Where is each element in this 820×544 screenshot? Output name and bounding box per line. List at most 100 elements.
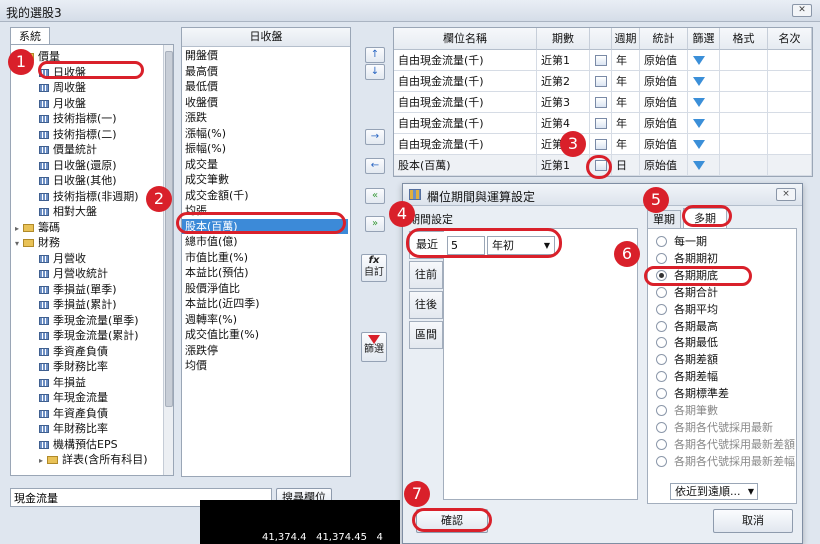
calc-option-radio[interactable]: 各期最高 <box>656 319 718 335</box>
grid-cell-filter[interactable] <box>688 92 720 113</box>
radio-circle-icon[interactable] <box>656 405 667 416</box>
filter-funnel-icon[interactable] <box>693 140 705 149</box>
calc-option-radio[interactable]: 每一期 <box>656 234 707 250</box>
calc-option-radio[interactable]: 各期各代號採用最新 <box>656 420 773 436</box>
grid-cell-name[interactable]: 自由現金流量(千) <box>394 92 537 113</box>
tree-item[interactable]: 季現金流量(單季) <box>39 313 139 328</box>
radio-circle-icon[interactable] <box>656 252 667 264</box>
radio-circle-icon[interactable] <box>656 236 667 247</box>
edit-icon[interactable] <box>595 139 607 150</box>
radio-circle-icon[interactable] <box>656 320 667 332</box>
field-list-item[interactable]: 收盤價 <box>185 95 218 110</box>
field-list-item[interactable]: 最低價 <box>185 79 218 94</box>
edit-icon[interactable] <box>595 97 607 108</box>
field-list-item[interactable]: 成交值比重(%) <box>185 327 259 342</box>
field-list-item[interactable]: 市值比重(%) <box>185 250 248 265</box>
dialog-close-button[interactable]: × <box>776 188 796 201</box>
field-list-item[interactable]: 股價淨值比 <box>185 281 240 296</box>
calc-option-radio[interactable]: 各期平均 <box>656 302 718 318</box>
add-all-button[interactable]: » <box>365 216 385 232</box>
field-list[interactable]: 日收盤 開盤價 最高價 最低價 收盤價 漲跌 漲幅(%) 振幅(%) 成交量 成交筆數 成交金額(… <box>181 27 351 477</box>
grid-cell-rank[interactable] <box>768 50 812 71</box>
filter-button[interactable]: 篩選 <box>361 332 387 362</box>
field-list-item[interactable]: 漲跌停 <box>185 343 218 358</box>
tree-item[interactable]: 周收盤 <box>39 80 86 95</box>
filter-funnel-icon[interactable] <box>693 56 705 65</box>
field-list-item[interactable]: 振幅(%) <box>185 141 226 156</box>
grid-cell-filter[interactable] <box>688 134 720 155</box>
radio-circle-icon[interactable] <box>656 303 667 315</box>
tree-item[interactable]: 技術指標(非週期) <box>39 189 139 204</box>
field-list-item[interactable]: 均價 <box>185 358 207 373</box>
tree-item[interactable]: 技術指標(二) <box>39 127 117 142</box>
calc-option-radio[interactable]: 各期期初 <box>656 251 718 267</box>
calc-option-radio[interactable]: 各期最低 <box>656 335 718 351</box>
period-vtab[interactable]: 區間 <box>409 321 443 349</box>
grid-cell-period[interactable]: 近第4 <box>537 113 590 134</box>
tree-item[interactable]: 季財務比率 <box>39 359 108 374</box>
tree-item[interactable]: 季損益(累計) <box>39 297 117 312</box>
field-list-item[interactable]: 本益比(近四季) <box>185 296 260 311</box>
grid-cell-rank[interactable] <box>768 71 812 92</box>
radio-circle-icon[interactable] <box>656 371 667 383</box>
grid-cell-edit[interactable] <box>590 134 612 155</box>
grid-cell-name[interactable]: 股本(百萬) <box>394 155 537 176</box>
grid-cell-filter[interactable] <box>688 155 720 176</box>
edit-icon[interactable] <box>595 76 607 87</box>
filter-funnel-icon[interactable] <box>693 77 705 86</box>
filter-funnel-icon[interactable] <box>693 98 705 107</box>
grid-cell-format[interactable] <box>720 134 768 155</box>
tree-item[interactable]: 季現金流量(累計) <box>39 328 139 343</box>
tree-item[interactable]: 季資產負債 <box>39 344 108 359</box>
tree-scrollbar[interactable] <box>163 45 173 475</box>
tree-item[interactable]: 日收盤(還原) <box>39 158 117 173</box>
grid-cell-rank[interactable] <box>768 113 812 134</box>
field-list-item[interactable]: 總市值(億) <box>185 234 238 249</box>
radio-circle-icon[interactable] <box>656 337 667 349</box>
field-list-item[interactable]: 本益比(預估) <box>185 265 249 280</box>
period-vtab[interactable]: 往前 <box>409 261 443 289</box>
grid-cell-name[interactable]: 自由現金流量(千) <box>394 134 537 155</box>
radio-circle-icon[interactable] <box>656 354 667 366</box>
field-list-item[interactable]: 漲幅(%) <box>185 126 226 141</box>
tab-single-period[interactable]: 單期 <box>647 210 681 228</box>
tree-item[interactable]: 價量統計 <box>39 142 97 157</box>
grid-cell-format[interactable] <box>720 113 768 134</box>
edit-icon[interactable] <box>595 118 607 129</box>
tree-item[interactable]: 年資產負債 <box>39 406 108 421</box>
custom-button[interactable]: fx 自訂 <box>361 254 387 282</box>
grid-cell-format[interactable] <box>720 50 768 71</box>
tree-folder[interactable]: ▸ 籌碼 <box>15 220 60 235</box>
grid-cell-period[interactable]: 近第1 <box>537 155 590 176</box>
grid-cell-rank[interactable] <box>768 155 812 176</box>
calc-option-radio[interactable]: 各期各代號採用最新差額 <box>656 437 795 453</box>
grid-cell-name[interactable]: 自由現金流量(千) <box>394 113 537 134</box>
move-up-button[interactable]: ↑ <box>365 47 385 63</box>
remove-all-button[interactable]: « <box>365 188 385 204</box>
grid-cell-format[interactable] <box>720 71 768 92</box>
radio-circle-icon[interactable] <box>656 438 667 450</box>
tree-item[interactable]: 年損益 <box>39 375 86 390</box>
grid-cell-edit[interactable] <box>590 71 612 92</box>
tab-system[interactable]: 系統 <box>10 27 50 45</box>
window-close-button[interactable]: ✕ <box>792 4 812 17</box>
grid-cell-period[interactable]: 近第1 <box>537 50 590 71</box>
tree-item[interactable]: 機構預估EPS <box>39 437 118 452</box>
grid-cell-name[interactable]: 自由現金流量(千) <box>394 71 537 92</box>
tree-scroll-thumb[interactable] <box>165 51 173 407</box>
field-list-item[interactable]: 成交筆數 <box>185 172 229 187</box>
remove-field-button[interactable]: ← <box>365 158 385 174</box>
calc-option-radio[interactable]: 各期差額 <box>656 352 718 368</box>
filter-funnel-icon[interactable] <box>693 119 705 128</box>
chevron-down-icon[interactable]: ▾ <box>15 236 23 251</box>
tree-folder[interactable]: ▾ 財務 <box>15 235 60 250</box>
calc-option-radio[interactable]: 各期筆數 <box>656 403 718 419</box>
grid-cell-edit[interactable] <box>590 50 612 71</box>
filter-funnel-icon[interactable] <box>693 161 705 170</box>
field-tree[interactable]: ▾價量日收盤周收盤月收盤技術指標(一)技術指標(二)價量統計日收盤(還原)日收盤… <box>10 44 174 476</box>
radio-circle-icon[interactable] <box>656 421 667 433</box>
radio-circle-icon[interactable] <box>656 286 667 298</box>
calc-option-radio[interactable]: 各期標準差 <box>656 386 729 402</box>
grid-cell-edit[interactable] <box>590 92 612 113</box>
edit-icon[interactable] <box>595 55 607 66</box>
